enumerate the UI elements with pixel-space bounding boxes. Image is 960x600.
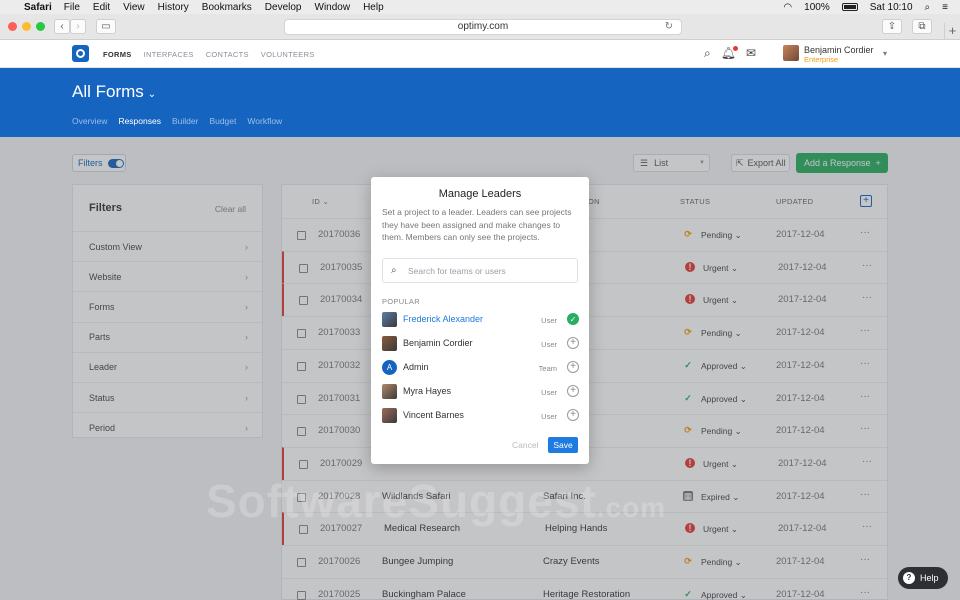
battery-icon[interactable] <box>841 3 858 11</box>
leader-name: Vincent Barnes <box>403 410 464 420</box>
watermark: SoftwareSuggest.com <box>206 475 667 527</box>
leader-option[interactable]: A Admin Team + <box>382 358 579 378</box>
menu-list-icon[interactable]: ≡ <box>942 2 948 13</box>
add-circle-icon[interactable]: + <box>567 361 579 373</box>
address-bar[interactable]: optimy.com ↻ <box>284 19 682 35</box>
menu-item-edit[interactable]: Edit <box>93 2 110 13</box>
nav-item-contacts[interactable]: CONTACTS <box>206 50 249 59</box>
question-icon: ? <box>903 572 915 584</box>
tab-budget[interactable]: Budget <box>209 116 236 126</box>
modal-title: Manage Leaders <box>438 188 522 200</box>
chevron-down-icon: ⌄ <box>147 89 157 100</box>
close-window-button[interactable] <box>8 22 17 31</box>
chevron-down-icon[interactable]: ▾ <box>883 49 887 58</box>
leader-name: Myra Hayes <box>403 386 452 396</box>
app-name[interactable]: Safari <box>24 2 52 13</box>
menu-item-view[interactable]: View <box>123 2 145 13</box>
tabs-overview-icon[interactable]: ⧉ <box>912 19 932 34</box>
notification-bell-icon[interactable]: 🔔︎ <box>721 46 738 61</box>
add-circle-icon[interactable]: + <box>567 409 579 421</box>
leader-role: User <box>541 388 557 397</box>
user-avatar <box>382 336 397 351</box>
user-avatar <box>382 384 397 399</box>
user-avatar[interactable] <box>783 45 799 61</box>
zoom-window-button[interactable] <box>36 22 45 31</box>
tab-workflow[interactable]: Workflow <box>247 116 282 126</box>
spotlight-icon[interactable]: ⌕ <box>925 2 931 13</box>
add-circle-icon[interactable]: + <box>567 337 579 349</box>
sidebar-icon[interactable]: ▭ <box>96 19 116 34</box>
url-text: optimy.com <box>457 21 509 32</box>
leader-option[interactable]: Frederick Alexander User ✓ <box>382 310 579 330</box>
back-icon[interactable]: ‹ <box>54 19 70 34</box>
leader-role: Team <box>538 364 557 373</box>
battery-percent: 100% <box>804 1 830 13</box>
sub-nav: Overview Responses Builder Budget Workflow <box>72 116 282 126</box>
section-label: POPULAR <box>382 297 420 306</box>
new-tab-icon[interactable]: + <box>944 23 960 39</box>
leader-name: Frederick Alexander <box>403 314 484 324</box>
menu-item-file[interactable]: File <box>64 2 80 13</box>
minimize-window-button[interactable] <box>22 22 31 31</box>
clock[interactable]: Sat 10:10 <box>870 2 913 13</box>
leader-name: Admin <box>403 362 429 372</box>
team-avatar: A <box>382 360 397 375</box>
wifi-icon[interactable]: ◠ <box>783 2 792 13</box>
reload-icon[interactable]: ↻ <box>665 20 673 34</box>
leader-option[interactable]: Vincent Barnes User + <box>382 406 579 426</box>
leader-option[interactable]: Benjamin Cordier User + <box>382 334 579 354</box>
leader-option[interactable]: Myra Hayes User + <box>382 382 579 402</box>
top-nav: FORMS INTERFACES CONTACTS VOLUNTEERS <box>103 40 315 68</box>
nav-item-forms[interactable]: FORMS <box>103 50 132 59</box>
leader-role: User <box>541 412 557 421</box>
check-circle-icon[interactable]: ✓ <box>567 313 579 325</box>
tab-responses[interactable]: Responses <box>118 116 161 126</box>
search-box: ⌕ <box>382 258 578 283</box>
menu-item-develop[interactable]: Develop <box>265 2 302 13</box>
leader-role: User <box>541 316 557 325</box>
leader-name: Benjamin Cordier <box>403 338 473 348</box>
menu-item-window[interactable]: Window <box>315 2 351 13</box>
browser-toolbar: ‹ › ▭ optimy.com ↻ ⇪ ⧉ + <box>0 14 960 40</box>
search-icon: ⌕ <box>391 265 397 276</box>
page-banner: All Forms ⌄ Overview Responses Builder Budge… <box>0 68 960 137</box>
search-icon[interactable]: ⌕ <box>704 46 711 61</box>
user-avatar <box>382 408 397 423</box>
help-label: Help <box>920 573 939 583</box>
save-button[interactable]: Save <box>548 437 578 453</box>
tab-overview[interactable]: Overview <box>72 116 107 126</box>
menu-item-history[interactable]: History <box>158 2 189 13</box>
help-button[interactable]: ? Help <box>898 567 948 589</box>
user-name[interactable]: Benjamin Cordier <box>804 45 874 55</box>
modal-description: Set a project to a leader. Leaders can s… <box>382 207 572 242</box>
nav-item-interfaces[interactable]: INTERFACES <box>144 50 194 59</box>
menu-item-bookmarks[interactable]: Bookmarks <box>202 2 252 13</box>
optimy-logo[interactable] <box>72 45 89 62</box>
window-controls <box>8 22 45 31</box>
mac-menu-bar: Safari File Edit View History Bookmarks Devel… <box>0 0 960 14</box>
leader-role: User <box>541 340 557 349</box>
nav-item-volunteers[interactable]: VOLUNTEERS <box>261 50 315 59</box>
forward-icon[interactable]: › <box>70 19 86 34</box>
tab-builder[interactable]: Builder <box>172 116 198 126</box>
menu-item-help[interactable]: Help <box>363 2 384 13</box>
search-input[interactable] <box>408 263 568 279</box>
user-plan: Enterprise <box>804 55 839 64</box>
add-circle-icon[interactable]: + <box>567 385 579 397</box>
cancel-button[interactable]: Cancel <box>512 440 538 450</box>
manage-leaders-modal: Manage Leaders Set a project to a leader… <box>371 177 589 464</box>
mail-icon[interactable]: ✉ <box>746 46 756 61</box>
share-icon[interactable]: ⇪ <box>882 19 902 34</box>
page-title[interactable]: All Forms ⌄ <box>72 82 156 102</box>
app-header: FORMS INTERFACES CONTACTS VOLUNTEERS ⌕ 🔔︎ ✉… <box>0 40 960 68</box>
user-avatar <box>382 312 397 327</box>
